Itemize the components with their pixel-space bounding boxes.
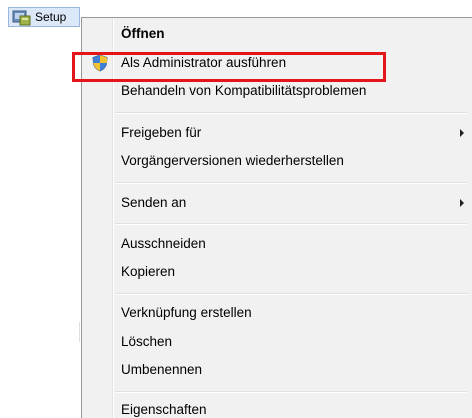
menu-item-label: Ausschneiden	[121, 236, 206, 251]
menu-item-properties[interactable]: Eigenschaften	[82, 399, 472, 418]
menu-separator	[115, 223, 467, 225]
menu-item-label: Freigeben für	[121, 125, 202, 140]
menu-item-label: Öffnen	[121, 26, 165, 41]
background-divider	[79, 322, 80, 342]
menu-item-label: Eigenschaften	[121, 402, 207, 417]
menu-item-label: Löschen	[121, 334, 173, 349]
menu-item-restore-previous-versions[interactable]: Vorgängerversionen wiederherstellen	[82, 150, 472, 172]
menu-item-label: Umbenennen	[121, 362, 203, 377]
menu-item-label: Behandeln von Kompatibilitätsproblemen	[121, 83, 367, 98]
file-label: Setup	[35, 10, 67, 24]
menu-item-copy[interactable]: Kopieren	[82, 261, 472, 283]
annotation-highlight-box	[72, 52, 386, 82]
menu-item-label: Verknüpfung erstellen	[121, 305, 252, 320]
setup-installer-icon	[12, 10, 31, 26]
menu-item-create-shortcut[interactable]: Verknüpfung erstellen	[82, 302, 472, 324]
menu-item-label: Senden an	[121, 195, 187, 210]
menu-separator	[115, 112, 467, 114]
menu-item-delete[interactable]: Löschen	[82, 331, 472, 353]
menu-separator	[115, 182, 467, 184]
menu-separator	[115, 391, 467, 393]
menu-item-troubleshoot-compatibility[interactable]: Behandeln von Kompatibilitätsproblemen	[82, 80, 472, 102]
cropped-glyph-icon	[10, 0, 30, 2]
menu-item-cut[interactable]: Ausschneiden	[82, 233, 472, 255]
menu-item-label: Kopieren	[121, 264, 176, 279]
menu-item-rename[interactable]: Umbenennen	[82, 359, 472, 381]
menu-item-send-to[interactable]: Senden an	[82, 192, 472, 214]
submenu-arrow-icon	[460, 199, 464, 207]
menu-item-open[interactable]: Öffnen	[82, 23, 472, 45]
menu-separator	[115, 293, 467, 295]
menu-item-share-with[interactable]: Freigeben für	[82, 122, 472, 144]
menu-item-label: Vorgängerversionen wiederherstellen	[121, 153, 344, 168]
desktop-file-setup[interactable]: Setup	[0, 0, 94, 28]
submenu-arrow-icon	[460, 129, 464, 137]
